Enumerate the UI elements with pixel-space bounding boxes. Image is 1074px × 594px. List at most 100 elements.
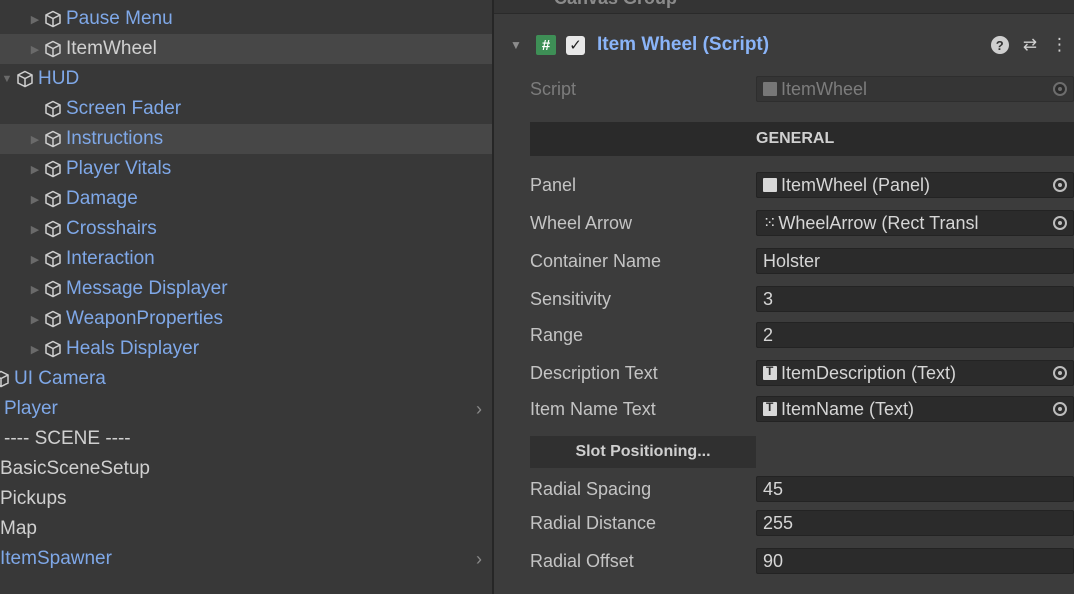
slot-positioning-foldout[interactable]: Slot Positioning... [530, 436, 756, 468]
expand-arrow-icon[interactable]: ▶ [28, 313, 42, 326]
object-picker-icon[interactable] [1053, 402, 1067, 416]
hierarchy-item-instructions[interactable]: ▶ Instructions [0, 124, 492, 154]
hierarchy-item-crosshairs[interactable]: ▶ Crosshairs [0, 214, 492, 244]
expand-arrow-icon[interactable]: ▶ [28, 253, 42, 266]
field-label: Wheel Arrow [530, 212, 633, 233]
field-label: Description Text [530, 362, 658, 383]
gameobject-cube-icon [45, 10, 61, 28]
gameobject-cube-icon [0, 370, 9, 388]
canvas-group-header[interactable]: Canvas Group [494, 0, 1074, 14]
hierarchy-item-interaction[interactable]: ▶ Interaction [0, 244, 492, 274]
script-label: Script [530, 78, 577, 99]
hierarchy-item-label: HUD [38, 68, 80, 89]
hierarchy-item-label: Instructions [66, 128, 164, 149]
sensitivity-input[interactable]: 3 [756, 286, 1074, 312]
chevron-right-icon[interactable]: › [476, 544, 482, 574]
hierarchy-item-label: Map [0, 518, 37, 539]
collapse-arrow-icon[interactable]: ▼ [0, 73, 14, 85]
hierarchy-item-ui-camera[interactable]: UI Camera [0, 364, 492, 394]
wheel-arrow-field-row: Wheel Arrow ⁙ WheelArrow (Rect Transl [530, 208, 1074, 238]
hierarchy-item-label: ItemSpawner [0, 548, 112, 569]
hierarchy-item-player[interactable]: Player › [0, 394, 492, 424]
hierarchy-item-label: BasicSceneSetup [0, 458, 150, 479]
container-name-field-row: Container Name Holster [530, 246, 1074, 276]
hierarchy-item-label: ItemWheel [66, 38, 157, 59]
range-input[interactable]: 2 [756, 322, 1074, 348]
hierarchy-item-label: Pickups [0, 488, 67, 509]
hierarchy-item-label: Player [4, 398, 58, 419]
sensitivity-field-row: Sensitivity 3 [530, 284, 1074, 314]
hierarchy-item-scene-separator[interactable]: ---- SCENE ---- [0, 424, 492, 454]
field-label: Item Name Text [530, 398, 656, 419]
gameobject-cube-icon [45, 310, 61, 328]
general-section-header: GENERAL [530, 122, 1074, 156]
wheel-arrow-object-field[interactable]: ⁙ WheelArrow (Rect Transl [756, 210, 1074, 236]
hierarchy-item-label: Interaction [66, 248, 155, 269]
canvas-group-title: Canvas Group [554, 0, 677, 9]
field-label: Range [530, 324, 584, 345]
field-label: Radial Spacing [530, 478, 652, 499]
collapse-arrow-icon[interactable]: ▼ [510, 38, 524, 52]
range-field-row: Range 2 [530, 320, 1074, 350]
hierarchy-item-pickups[interactable]: Pickups [0, 484, 492, 514]
hierarchy-item-damage[interactable]: ▶ Damage [0, 184, 492, 214]
object-picker-icon[interactable] [1053, 216, 1067, 230]
hierarchy-item-weapon-properties[interactable]: ▶ WeaponProperties [0, 304, 492, 334]
panel-object-field[interactable]: ItemWheel (Panel) [756, 172, 1074, 198]
hierarchy-item-basic-scene-setup[interactable]: BasicSceneSetup [0, 454, 492, 484]
expand-arrow-icon[interactable]: ▶ [28, 163, 42, 176]
hierarchy-item-label: Screen Fader [66, 98, 182, 119]
presets-icon[interactable]: ⇄ [1023, 35, 1037, 55]
hierarchy-item-hud[interactable]: ▼ HUD [0, 64, 492, 94]
rect-transform-icon: ⁙ [763, 215, 776, 232]
expand-arrow-icon[interactable]: ▶ [28, 133, 42, 146]
gameobject-cube-icon [45, 100, 61, 118]
item-wheel-component-header[interactable]: ▼ # ✓ Item Wheel (Script) ? ⇄ ⋮ [494, 28, 1074, 62]
hierarchy-item-label: Pause Menu [66, 8, 173, 29]
object-picker-icon [1053, 82, 1067, 96]
hierarchy-item-label: ---- SCENE ---- [4, 428, 131, 449]
hierarchy-item-message-displayer[interactable]: ▶ Message Displayer [0, 274, 492, 304]
field-label: Container Name [530, 250, 662, 271]
object-picker-icon[interactable] [1053, 366, 1067, 380]
expand-arrow-icon[interactable]: ▶ [28, 13, 42, 26]
hierarchy-item-screen-fader[interactable]: Screen Fader [0, 94, 492, 124]
component-enabled-checkbox[interactable]: ✓ [566, 35, 585, 55]
expand-arrow-icon[interactable]: ▶ [28, 193, 42, 206]
hierarchy-item-label: Heals Displayer [66, 338, 200, 359]
chevron-right-icon[interactable]: › [476, 394, 482, 424]
container-name-input[interactable]: Holster [756, 248, 1074, 274]
component-title: Item Wheel (Script) [597, 34, 770, 55]
radial-offset-field-row: Radial Offset 90 [530, 546, 1074, 576]
hierarchy-item-player-vitals[interactable]: ▶ Player Vitals [0, 154, 492, 184]
gameobject-cube-icon [45, 280, 61, 298]
radial-distance-input[interactable]: 255 [756, 510, 1074, 536]
object-picker-icon[interactable] [1053, 178, 1067, 192]
description-text-object-field[interactable]: ItemDescription (Text) [756, 360, 1074, 386]
expand-arrow-icon[interactable]: ▶ [28, 223, 42, 236]
expand-arrow-icon[interactable]: ▶ [28, 283, 42, 296]
hierarchy-item-heals-displayer[interactable]: ▶ Heals Displayer [0, 334, 492, 364]
hierarchy-item-item-spawner[interactable]: ItemSpawner › [0, 544, 492, 574]
item-name-text-object-field[interactable]: ItemName (Text) [756, 396, 1074, 422]
gameobject-cube-icon [45, 160, 61, 178]
help-icon[interactable]: ? [990, 36, 1009, 54]
radial-offset-input[interactable]: 90 [756, 548, 1074, 574]
field-label: Radial Offset [530, 550, 634, 571]
hierarchy-item-map[interactable]: Map [0, 514, 492, 544]
field-label: Sensitivity [530, 288, 612, 309]
expand-arrow-icon[interactable]: ▶ [28, 43, 42, 56]
hierarchy-item-label: Crosshairs [66, 218, 157, 239]
radial-distance-field-row: Radial Distance 255 [530, 508, 1074, 538]
hierarchy-item-itemwheel[interactable]: ▶ ItemWheel [0, 34, 492, 64]
radial-spacing-field-row: Radial Spacing 45 [530, 474, 1074, 504]
hierarchy-item-label: Player Vitals [66, 158, 172, 179]
hierarchy-item-pause-menu[interactable]: ▶ Pause Menu [0, 4, 492, 34]
script-field: ItemWheel [756, 76, 1074, 102]
inspector-panel: Canvas Group ▼ # ✓ Item Wheel (Script) ?… [492, 0, 1074, 594]
text-icon [763, 364, 777, 380]
gameobject-cube-icon [45, 130, 61, 148]
expand-arrow-icon[interactable]: ▶ [28, 343, 42, 356]
radial-spacing-input[interactable]: 45 [756, 476, 1074, 502]
context-menu-icon[interactable]: ⋮ [1051, 35, 1068, 55]
